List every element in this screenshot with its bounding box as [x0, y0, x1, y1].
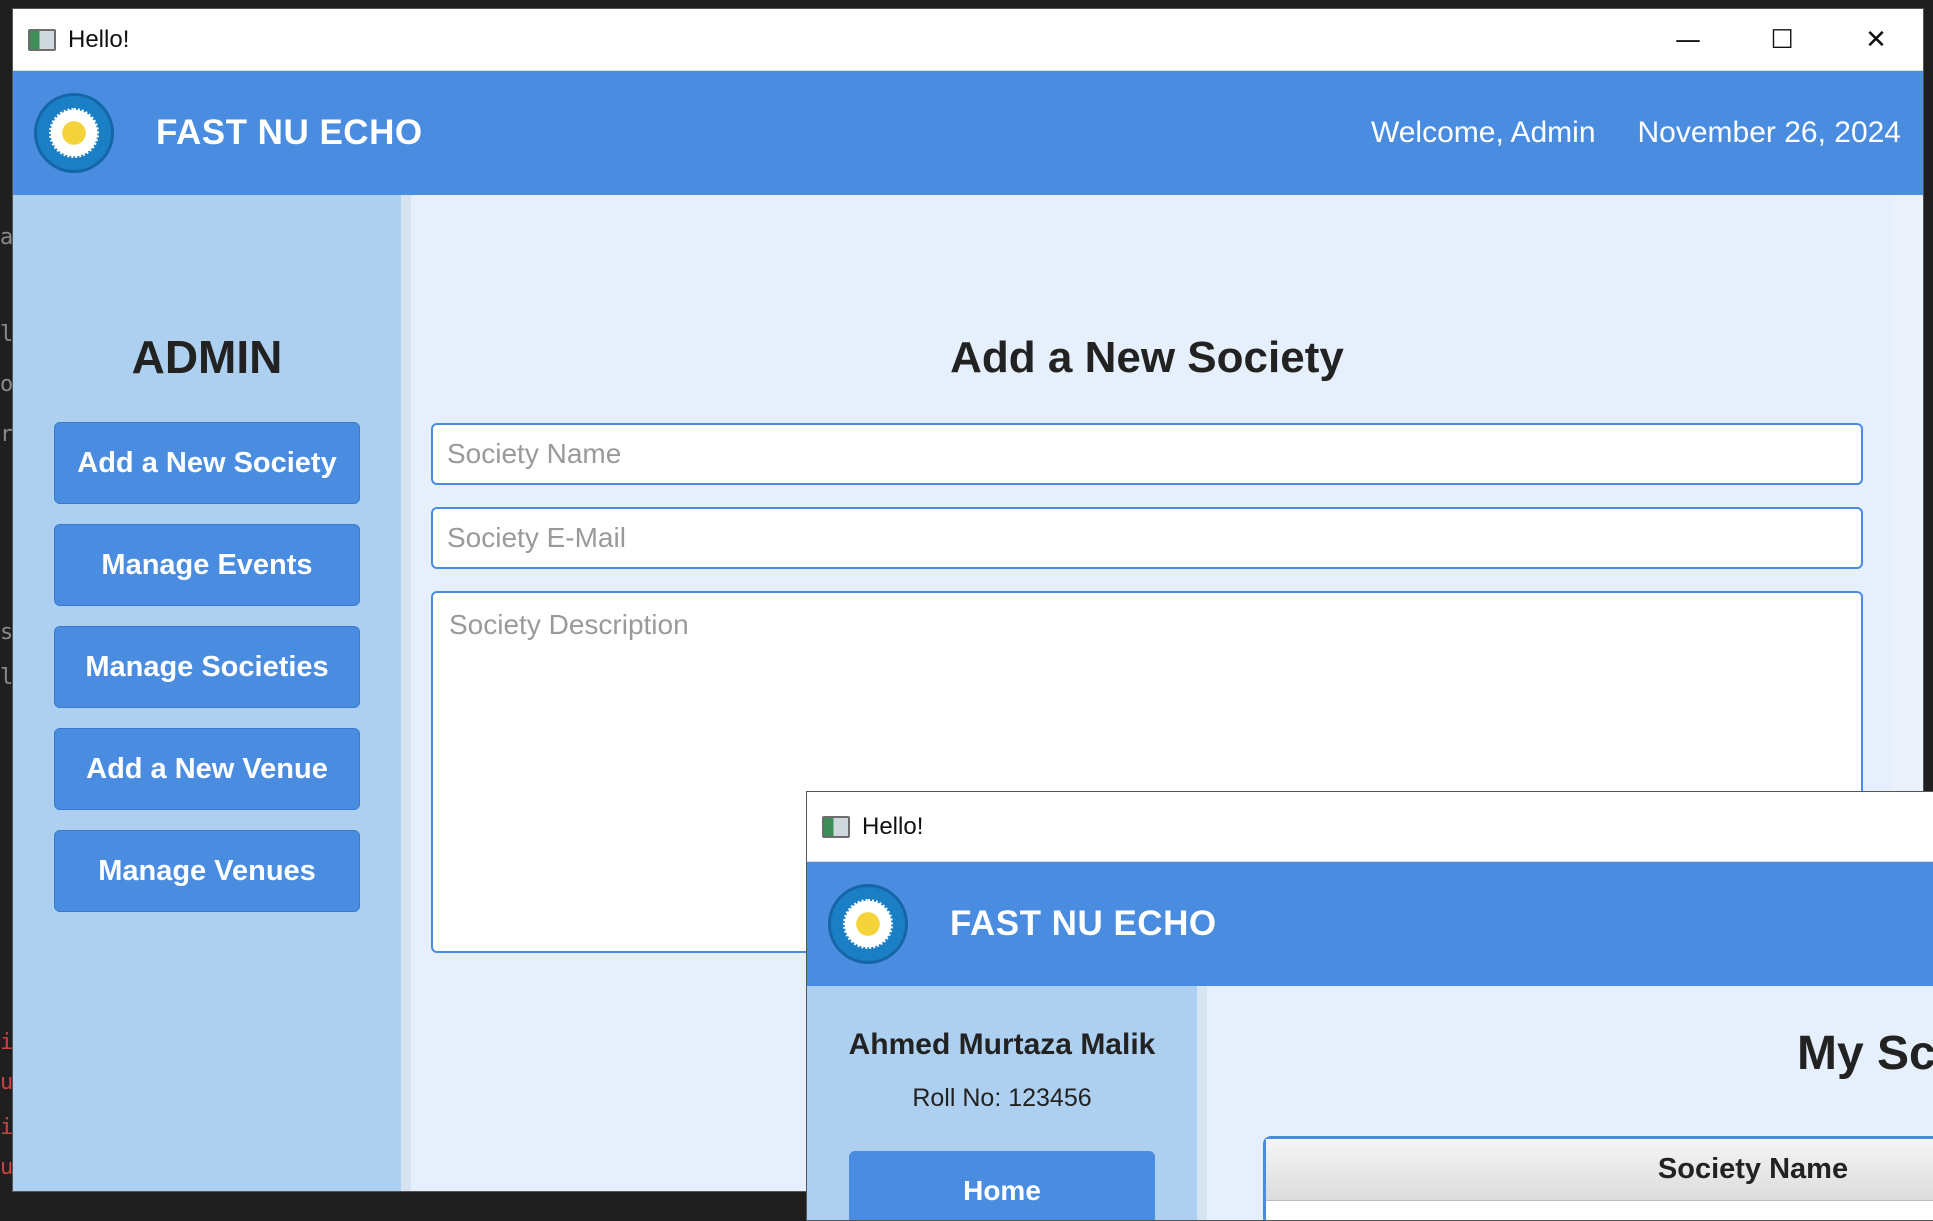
window-title: Hello! — [862, 812, 924, 840]
date-text: November 26, 2024 — [1637, 116, 1902, 149]
manage-societies-button[interactable]: Manage Societies — [54, 626, 360, 708]
content-area: Ahmed Murtaza Malik Roll No: 123456 Home… — [807, 986, 1933, 1220]
page-title: My Sc — [1797, 1027, 1933, 1080]
university-logo-icon — [34, 93, 114, 173]
add-society-button[interactable]: Add a New Society — [54, 422, 360, 504]
home-button[interactable]: Home — [849, 1151, 1155, 1220]
close-button[interactable]: ✕ — [1829, 9, 1923, 70]
page-title: Add a New Society — [950, 333, 1344, 382]
societies-table: Society Name — [1263, 1136, 1933, 1220]
manage-venues-button[interactable]: Manage Venues — [54, 830, 360, 912]
app-icon — [822, 815, 850, 838]
society-name-input[interactable] — [431, 423, 1863, 485]
welcome-text: Welcome, Admin — [1370, 116, 1596, 149]
roll-number: Roll No: 123456 — [912, 1084, 1092, 1112]
brand-title: FAST NU ECHO — [950, 904, 1217, 943]
window-controls: — ☐ ✕ — [1641, 9, 1923, 70]
header-info: Welcome, Admin November 26, 2024 — [1371, 116, 1901, 150]
title-bar[interactable]: Hello! — [807, 792, 1933, 862]
student-window: Hello! FAST NU ECHO Ahmed Murtaza Malik … — [806, 791, 1933, 1221]
minimize-button[interactable]: — — [1641, 9, 1735, 70]
add-venue-button[interactable]: Add a New Venue — [54, 728, 360, 810]
app-header: FAST NU ECHO Welcome, Admin November 26,… — [13, 71, 1923, 195]
window-title: Hello! — [68, 25, 130, 53]
society-email-input[interactable] — [431, 507, 1863, 569]
manage-events-button[interactable]: Manage Events — [54, 524, 360, 606]
maximize-button[interactable]: ☐ — [1735, 9, 1829, 70]
app-header: FAST NU ECHO — [807, 862, 1933, 986]
main-panel: My Sc Society Name — [1207, 986, 1933, 1220]
title-bar[interactable]: Hello! — ☐ ✕ — [13, 9, 1923, 71]
university-logo-icon — [828, 884, 908, 964]
sidebar-title: ADMIN — [131, 331, 283, 383]
sidebar: Ahmed Murtaza Malik Roll No: 123456 Home — [807, 986, 1207, 1220]
brand-title: FAST NU ECHO — [156, 113, 423, 152]
student-name: Ahmed Murtaza Malik — [848, 1028, 1156, 1061]
sidebar: ADMIN Add a New Society Manage Events Ma… — [13, 195, 411, 1191]
column-header-society-name[interactable]: Society Name — [1266, 1139, 1933, 1201]
app-icon — [28, 28, 56, 51]
